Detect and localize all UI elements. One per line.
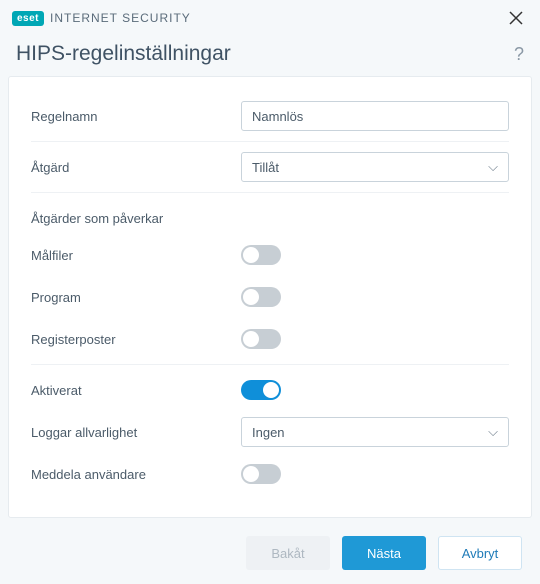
chevron-down-icon: ⌵ <box>488 424 498 440</box>
chevron-down-icon: ⌵ <box>488 159 498 175</box>
cancel-button[interactable]: Avbryt <box>438 536 522 570</box>
log-severity-select[interactable]: Ingen ⌵ <box>241 417 509 447</box>
toggle-programs[interactable] <box>241 287 281 307</box>
toggle-enabled[interactable] <box>241 380 281 400</box>
page-title: HIPS-regelinställningar <box>16 42 231 66</box>
section-affecting: Åtgärder som påverkar <box>31 197 509 234</box>
close-icon <box>509 11 523 25</box>
brand-badge: eset <box>12 11 44 26</box>
back-button: Bakåt <box>246 536 330 570</box>
action-select[interactable]: Tillåt ⌵ <box>241 152 509 182</box>
help-button[interactable]: ? <box>514 44 524 65</box>
brand-logo: eset INTERNET SECURITY <box>12 11 191 26</box>
help-icon: ? <box>514 44 524 64</box>
toggle-target-files[interactable] <box>241 245 281 265</box>
label-registry: Registerposter <box>31 332 241 347</box>
label-action: Åtgärd <box>31 160 241 175</box>
close-button[interactable] <box>504 6 528 30</box>
label-rule-name: Regelnamn <box>31 109 241 124</box>
action-select-value: Tillåt <box>252 160 279 175</box>
settings-card: Regelnamn Åtgärd Tillåt ⌵ Åtgärder som p… <box>8 76 532 518</box>
product-name: INTERNET SECURITY <box>50 11 191 25</box>
label-programs: Program <box>31 290 241 305</box>
label-notify-user: Meddela användare <box>31 467 241 482</box>
rule-name-input[interactable] <box>241 101 509 131</box>
label-log-severity: Loggar allvarlighet <box>31 425 241 440</box>
label-target-files: Målfiler <box>31 248 241 263</box>
log-severity-value: Ingen <box>252 425 285 440</box>
toggle-registry[interactable] <box>241 329 281 349</box>
label-enabled: Aktiverat <box>31 383 241 398</box>
next-button[interactable]: Nästa <box>342 536 426 570</box>
toggle-notify-user[interactable] <box>241 464 281 484</box>
